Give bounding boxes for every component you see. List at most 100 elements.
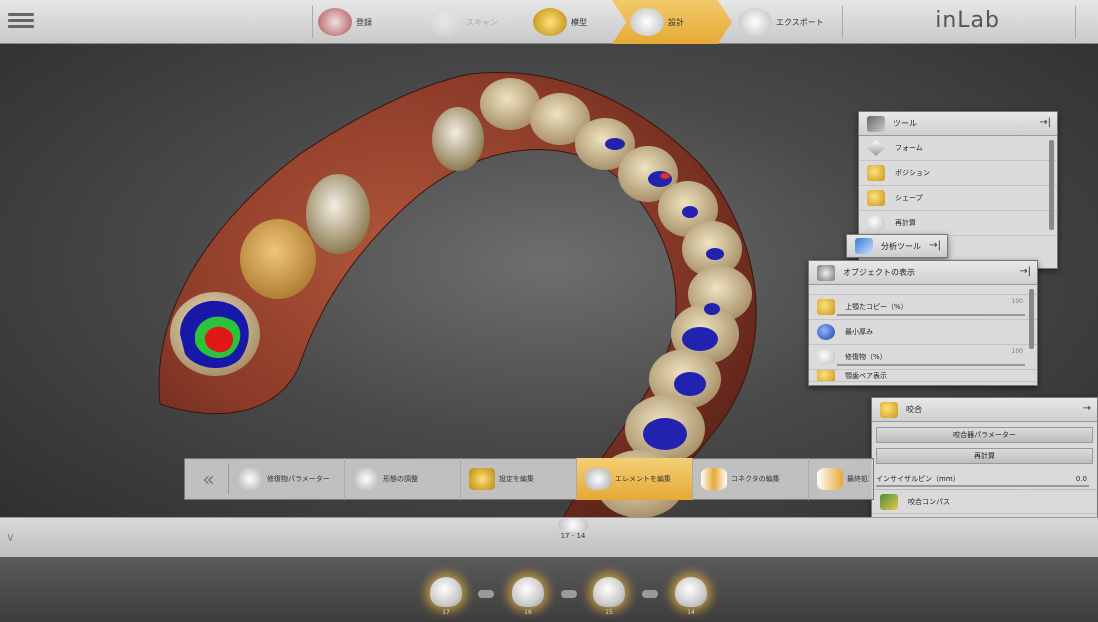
export-icon (738, 8, 772, 36)
incisal-pin-slider[interactable] (876, 485, 1089, 487)
chevron-down-icon[interactable]: ∨ (6, 530, 15, 544)
tool-shape[interactable]: シェープ (859, 186, 1057, 211)
tool-position[interactable]: ポジション (859, 161, 1057, 186)
incisal-pin-row[interactable]: インサイザルピン（mm） 0.0 (872, 469, 1097, 489)
row-label: 最小厚み (845, 328, 873, 336)
toolbar-label: 最終処理 (847, 475, 869, 483)
scrollbar[interactable] (1049, 140, 1054, 230)
slider-max: 100 (1011, 298, 1023, 305)
pin-icon[interactable]: → (1083, 403, 1091, 414)
tooth-icon (512, 577, 544, 607)
tooth-number: 15 (605, 609, 613, 616)
panel-title: 咬合 (906, 405, 922, 414)
tooth-strip: 17 16 15 14 (0, 557, 1098, 622)
articulator-params-button[interactable]: 咬合器パラメーター (876, 427, 1093, 443)
tooth-icon (430, 577, 462, 607)
tooth-number: 17 (442, 609, 450, 616)
object-panel-header[interactable]: オブジェクトの表示 →| (809, 261, 1037, 285)
transparency-slider[interactable] (837, 364, 1025, 366)
occlusal-compass-row[interactable]: 咬合コンパス (872, 489, 1097, 514)
toolbar-shape-adjust[interactable]: 形態の調整 (345, 458, 461, 500)
toolbar-label: 修復物パラメーター (267, 475, 330, 483)
step-export[interactable]: エクスポート (732, 0, 842, 44)
wrench-icon (867, 115, 885, 132)
jaw-scan-icon (318, 8, 352, 36)
step-label: エクスポート (776, 17, 824, 27)
tooth-slot-14[interactable]: 14 (672, 577, 710, 616)
inlab-logo: inLab (935, 8, 1000, 33)
step-model[interactable]: 模型 (527, 0, 627, 44)
partial-row (809, 285, 1037, 295)
min-thickness-row[interactable]: 最小厚み (809, 320, 1037, 345)
step-register[interactable]: 登録 (312, 0, 422, 44)
step-label: 登録 (356, 17, 372, 27)
design-toolbar: « 修復物パラメーター 形態の調整 設定を編集 エレメントを編集 コネクタの編集… (184, 458, 874, 500)
incisal-pin-label: インサイザルピン（mm） (876, 475, 960, 483)
incisal-pin-value: 0.0 (1075, 475, 1087, 483)
recalc-icon (867, 215, 885, 231)
pin-icon[interactable]: →| (1019, 266, 1031, 277)
upper-jaw-copy-row[interactable]: 上顎たコピー（%） 100 (809, 295, 1037, 320)
selected-teeth[interactable]: 17 - 14 (548, 518, 598, 540)
toolbar-edit-connector[interactable]: コネクタの編集 (693, 458, 809, 500)
shape-icon (867, 190, 885, 206)
step-label: 模型 (571, 17, 587, 27)
connector-link[interactable] (561, 590, 577, 598)
analysis-tools-tab[interactable]: 分析ツール →| (846, 234, 948, 258)
step-scan[interactable]: スキャン (422, 0, 527, 44)
pin-icon[interactable]: →| (929, 240, 941, 251)
jaw-pair-row[interactable]: 顎歯ペア表示 (809, 370, 1037, 382)
divider (842, 6, 843, 38)
toolbar-finalize[interactable]: 最終処理 (809, 458, 869, 500)
recalc-button[interactable]: 再計算 (876, 448, 1093, 464)
tooth-number: 16 (524, 609, 532, 616)
tooth-icon (585, 468, 611, 490)
selected-teeth-label: 17 - 14 (560, 532, 586, 540)
toolbar-label: 設定を編集 (499, 475, 534, 483)
tooth-14-prep (432, 107, 484, 171)
eye-icon (817, 264, 835, 281)
tooth-slot-16[interactable]: 16 (509, 577, 547, 616)
toolbar-edit-element[interactable]: エレメントを編集 (577, 458, 693, 500)
toolbar-restoration-params[interactable]: 修復物パラメーター (229, 458, 345, 500)
pin-icon[interactable]: →| (1039, 117, 1051, 128)
restoration-row[interactable]: 修復物（%） 100 (809, 345, 1037, 370)
hamburger-menu-icon[interactable] (8, 10, 34, 32)
back-arrows-icon[interactable]: « (189, 464, 229, 494)
panel-title: オブジェクトの表示 (843, 268, 915, 277)
3d-viewport[interactable]: ツール →| フォーム ポジション シェープ 再計算 分析ツール →| オブジェ… (0, 44, 1098, 532)
form-icon (867, 140, 885, 156)
position-icon (867, 165, 885, 181)
tooth-icon (237, 468, 263, 490)
transparency-slider[interactable] (837, 314, 1025, 316)
tool-label: フォーム (895, 144, 923, 152)
tooth-16-prep (240, 219, 316, 299)
upper-jaw-icon (817, 299, 835, 315)
tools-panel-header[interactable]: ツール →| (859, 112, 1057, 136)
tooth-icon (675, 577, 707, 607)
slider-max: 100 (1011, 348, 1023, 355)
tooth-icon (593, 577, 625, 607)
tooth-15-prep (306, 174, 370, 254)
min-thickness-icon (817, 324, 835, 340)
occlusion-panel-header[interactable]: 咬合 → (872, 398, 1097, 422)
tool-form[interactable]: フォーム (859, 136, 1057, 161)
tooth-number: 14 (687, 609, 695, 616)
connector-icon (701, 468, 727, 490)
tool-recalc[interactable]: 再計算 (859, 211, 1057, 236)
connector-link[interactable] (478, 590, 494, 598)
connector-link[interactable] (642, 590, 658, 598)
workflow-steps: 登録 スキャン 模型 設計 エクスポート (312, 0, 832, 44)
scrollbar[interactable] (1029, 289, 1034, 349)
occlusion-icon (880, 401, 898, 418)
restoration-icon (817, 349, 835, 365)
settings-icon (469, 468, 495, 490)
tooth-slot-15[interactable]: 15 (590, 577, 628, 616)
tooth-icon (353, 468, 379, 490)
tooth-slot-17[interactable]: 17 (427, 577, 465, 616)
tool-label: 再計算 (895, 219, 916, 227)
panel-title: ツール (893, 119, 917, 128)
toolbar-edit-settings[interactable]: 設定を編集 (461, 458, 577, 500)
step-design[interactable]: 設計 (612, 0, 732, 44)
bridge-icon (558, 518, 588, 532)
